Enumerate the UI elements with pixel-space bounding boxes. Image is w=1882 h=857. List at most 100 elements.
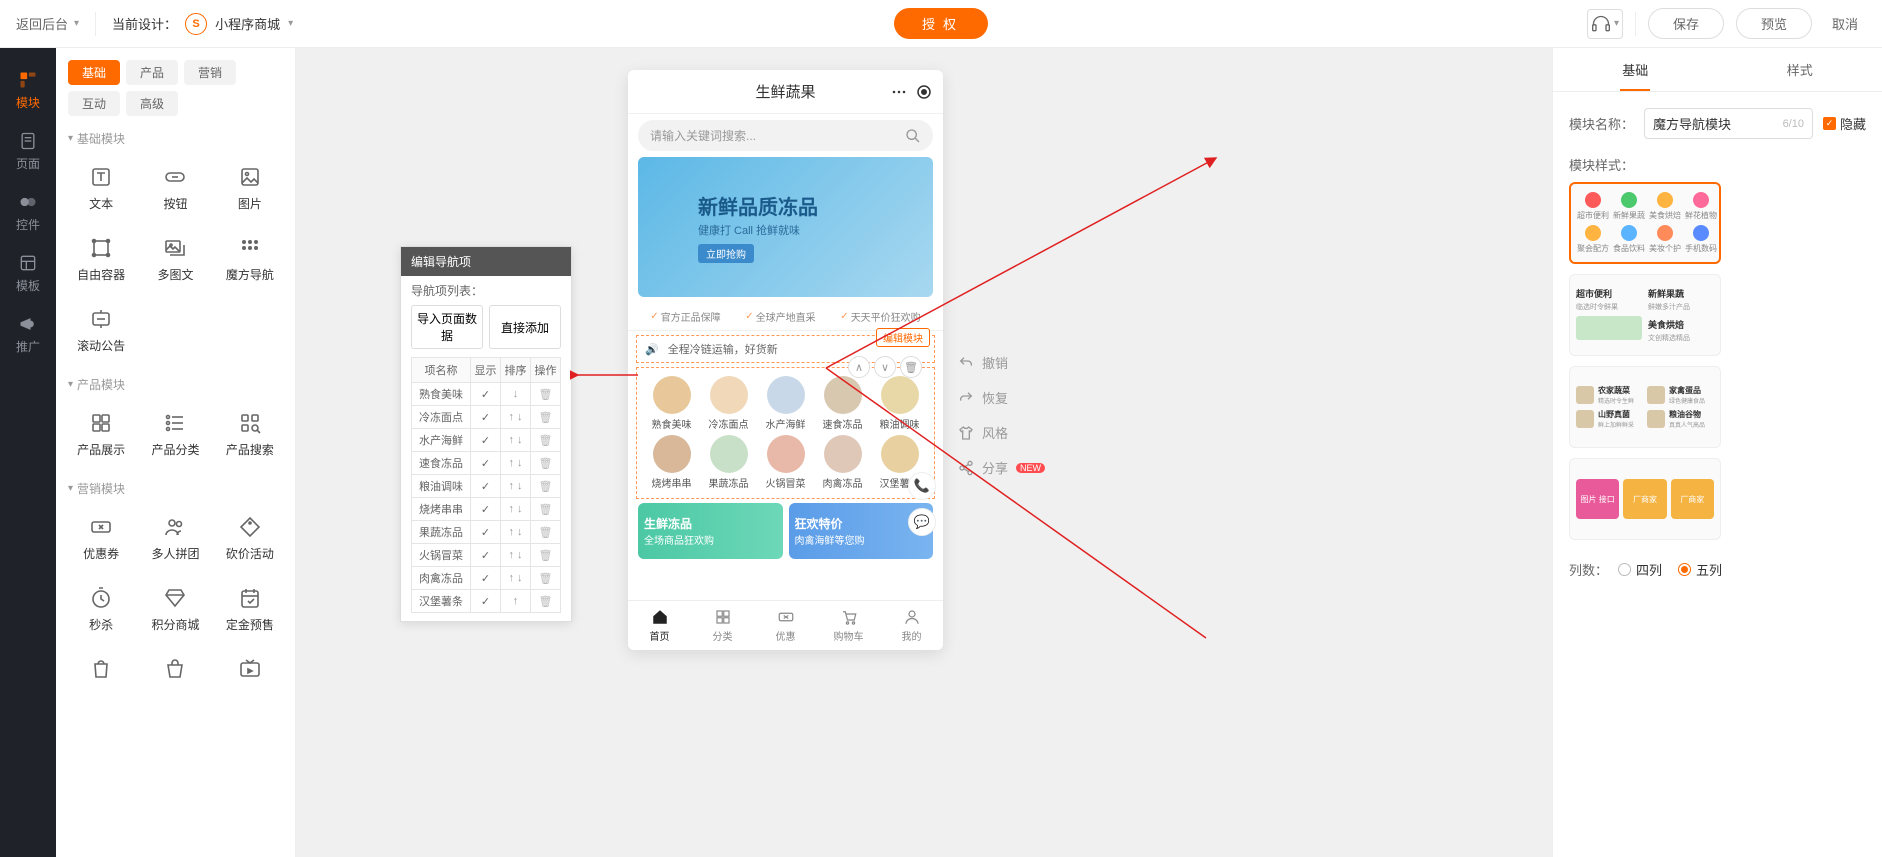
nav-item[interactable]: 烧烤串串 [645,435,698,490]
show-toggle[interactable]: ✓ [471,498,501,520]
comp-points-mall[interactable]: 积分商城 [142,578,208,641]
comp-container[interactable]: 自由容器 [68,228,134,291]
phone-call-icon[interactable]: 📞 [908,472,936,500]
sort-controls[interactable]: ↑ ↓ [501,475,531,497]
show-toggle[interactable]: ✓ [471,544,501,566]
tab-marketing[interactable]: 营销 [184,60,236,85]
auth-button[interactable]: 授权 [894,8,988,39]
nav-item[interactable]: 果蔬冻品 [702,435,755,490]
nav-item[interactable]: 火锅冒菜 [759,435,812,490]
nav-item[interactable]: 水产海鲜 [759,376,812,431]
comp-product-category[interactable]: 产品分类 [142,403,208,466]
nav-item[interactable]: 肉禽冻品 [816,435,869,490]
sort-controls[interactable]: ↑ ↓ [501,452,531,474]
tab-style-props[interactable]: 样式 [1718,48,1882,91]
magic-nav-module[interactable]: 熟食美味 冷冻面点 水产海鲜 速食冻品 粮油调味 烧烤串串 果蔬冻品 火锅冒菜 … [636,367,935,499]
show-toggle[interactable]: ✓ [471,452,501,474]
hide-checkbox[interactable]: ✓ 隐藏 [1823,114,1866,133]
move-up-button[interactable]: ∧ [848,356,870,378]
delete-row[interactable]: 🗑 [531,567,560,589]
undo-button[interactable]: 撤销 [958,353,1045,372]
style-template-1[interactable]: 超市便利新鲜果蔬美食烘焙鲜花植物聚会配方食品饮料美妆个护手机数码 [1569,182,1721,264]
rail-pages[interactable]: 页面 [0,121,56,182]
save-button[interactable]: 保存 [1648,8,1724,39]
comp-image[interactable]: 图片 [217,157,283,220]
sort-controls[interactable]: ↑ ↓ [501,521,531,543]
delete-row[interactable]: 🗑 [531,429,560,451]
move-down-button[interactable]: ∨ [874,356,896,378]
tab-discount[interactable]: 优惠 [754,601,817,650]
comp-coupon[interactable]: 优惠券 [68,507,134,570]
delete-row[interactable]: 🗑 [531,383,560,405]
comp-extra-2[interactable] [142,649,208,695]
tab-advanced[interactable]: 高级 [126,91,178,116]
comp-text[interactable]: 文本 [68,157,134,220]
sort-controls[interactable]: ↑ ↓ [501,406,531,428]
comp-magicnav[interactable]: 魔方导航 [217,228,283,291]
banner-cta[interactable]: 立即抢购 [698,244,754,263]
delete-row[interactable]: 🗑 [531,498,560,520]
comp-product-display[interactable]: 产品展示 [68,403,134,466]
tab-product[interactable]: 产品 [126,60,178,85]
delete-row[interactable]: 🗑 [531,475,560,497]
tab-home[interactable]: 首页 [628,601,691,650]
tab-basic[interactable]: 基础 [68,60,120,85]
sort-controls[interactable]: ↑ ↓ [501,498,531,520]
tab-me[interactable]: 我的 [880,601,943,650]
cancel-button[interactable]: 取消 [1824,14,1866,33]
rail-templates[interactable]: 模板 [0,243,56,304]
share-button[interactable]: 分享NEW [958,458,1045,477]
delete-row[interactable]: 🗑 [531,521,560,543]
edit-module-badge[interactable]: 编辑模块 [876,328,930,347]
show-toggle[interactable]: ✓ [471,521,501,543]
search-input[interactable]: 请输入关键词搜索... [638,120,933,151]
comp-button[interactable]: 按钮 [142,157,208,220]
design-selector[interactable]: 当前设计： S 小程序商城 ▾ [112,13,293,35]
tab-category[interactable]: 分类 [691,601,754,650]
tab-basic-props[interactable]: 基础 [1553,48,1718,91]
headset-button[interactable]: ▾ [1587,9,1623,39]
delete-row[interactable]: 🗑 [531,544,560,566]
sort-controls[interactable]: ↑ ↓ [501,567,531,589]
sort-controls[interactable]: ↑ [501,590,531,612]
comp-bargain[interactable]: 砍价活动 [217,507,283,570]
show-toggle[interactable]: ✓ [471,567,501,589]
style-template-2[interactable]: 超市便利 临选时令鲜果 新鲜果蔬 鲜嫩多汁产品 美食烘焙 文创精选精品 [1569,274,1721,356]
radio-4cols[interactable]: 四列 [1618,560,1662,579]
nav-item[interactable]: 粮油调味 [873,376,926,431]
preview-button[interactable]: 预览 [1736,8,1812,39]
comp-group-buy[interactable]: 多人拼团 [142,507,208,570]
banner[interactable]: 新鲜品质冻品 健康打 Call 抢鲜就味 立即抢购 [638,157,933,297]
comp-product-search[interactable]: 产品搜索 [217,403,283,466]
comp-extra-3[interactable] [217,649,283,695]
add-directly-button[interactable]: 直接添加 [489,305,561,349]
promo-card-1[interactable]: 生鲜冻品全场商品狂欢购 [638,503,783,559]
show-toggle[interactable]: ✓ [471,475,501,497]
delete-row[interactable]: 🗑 [531,452,560,474]
comp-extra-1[interactable] [68,649,134,695]
show-toggle[interactable]: ✓ [471,590,501,612]
nav-item[interactable]: 冷冻面点 [702,376,755,431]
show-toggle[interactable]: ✓ [471,383,501,405]
comp-multiimage[interactable]: 多图文 [142,228,208,291]
sort-controls[interactable]: ↑ ↓ [501,544,531,566]
nav-item[interactable]: 熟食美味 [645,376,698,431]
delete-row[interactable]: 🗑 [531,590,560,612]
tab-cart[interactable]: 购物车 [817,601,880,650]
show-toggle[interactable]: ✓ [471,406,501,428]
rail-widgets[interactable]: 控件 [0,182,56,243]
comp-presale[interactable]: 定金预售 [217,578,283,641]
delete-module-button[interactable]: 🗑 [900,356,922,378]
comp-flash-sale[interactable]: 秒杀 [68,578,134,641]
style-template-4[interactable]: 图片 接口 厂商家 厂商家 [1569,458,1721,540]
tab-interactive[interactable]: 互动 [68,91,120,116]
sort-controls[interactable]: ↓ [501,383,531,405]
rail-modules[interactable]: 模块 [0,60,56,121]
module-name-input[interactable]: 魔方导航模块 6/10 [1644,108,1813,139]
style-button[interactable]: 风格 [958,423,1045,442]
show-toggle[interactable]: ✓ [471,429,501,451]
import-page-data-button[interactable]: 导入页面数据 [411,305,483,349]
wechat-icon[interactable]: 💬 [908,508,936,536]
delete-row[interactable]: 🗑 [531,406,560,428]
radio-5cols[interactable]: 五列 [1678,560,1722,579]
